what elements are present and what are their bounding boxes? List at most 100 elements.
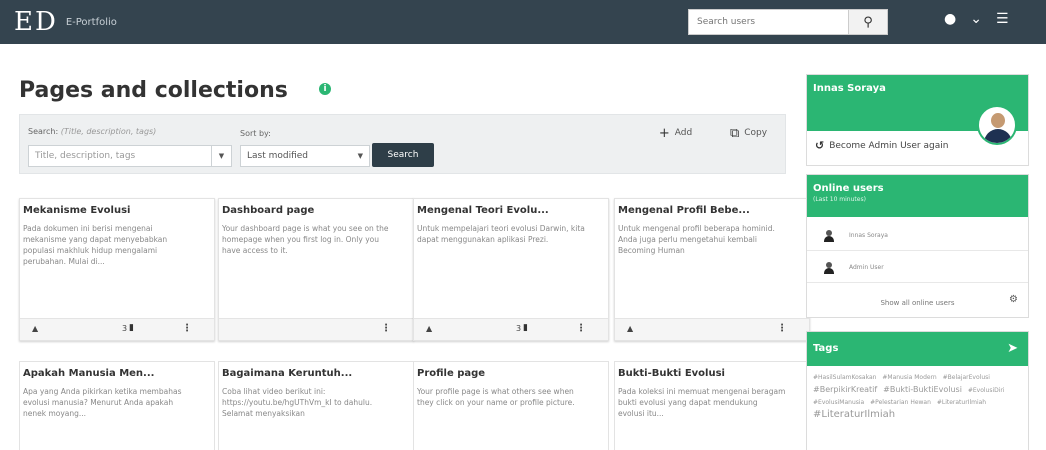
card-description: Apa yang Anda pikirkan ketika membahas e… — [23, 387, 182, 418]
logo-subtitle: E-Portfolio — [65, 16, 117, 28]
search-type-dropdown[interactable]: ▼ — [212, 145, 232, 167]
page-card[interactable]: Bagaimana Keruntuh... Coba lihat video b… — [218, 361, 414, 450]
page-card[interactable]: Mengenal Teori Evolu... Untuk mempelajar… — [413, 198, 609, 341]
lock-icon: ▲ — [627, 324, 634, 333]
hamburger-menu-icon[interactable]: ☰ — [996, 11, 1009, 27]
page-actions: + Add ⧉ Copy — [640, 119, 786, 147]
tag-link[interactable]: #HasilSulamKosakan — [813, 374, 876, 381]
online-users-header: Online users (Last 10 minutes) — [807, 175, 1028, 217]
card-description: Pada dokumen ini berisi mengenai mekanis… — [23, 224, 168, 266]
become-admin-link[interactable]: ↺ Become Admin User again — [815, 139, 948, 152]
tag-link[interactable]: #EvolusiDiri — [968, 387, 1005, 394]
avatar[interactable] — [977, 105, 1017, 145]
card-title[interactable]: Bagaimana Keruntuh... — [222, 368, 410, 379]
more-options-icon[interactable]: ⋮ — [182, 323, 192, 334]
user-profile-block: Innas Soraya ↺ Become Admin User again — [806, 74, 1029, 166]
user-menu-icon[interactable]: ● — [944, 11, 956, 27]
card-description: Pada koleksi ini memuat mengenai beragam… — [618, 387, 786, 418]
collection-count: 3 — [122, 324, 128, 333]
online-users-title: Online users — [813, 183, 884, 194]
more-options-icon[interactable]: ⋮ — [777, 323, 787, 334]
sort-select[interactable]: Last modified ▼ — [240, 145, 370, 167]
tag-link[interactable]: #Bukti-BuktiEvolusi — [883, 385, 962, 394]
tag-link[interactable]: #Manusia Modern — [882, 374, 936, 381]
add-button[interactable]: + Add — [659, 126, 692, 141]
card-title[interactable]: Mekanisme Evolusi — [23, 205, 211, 216]
search-text-input[interactable]: Title, description, tags — [28, 145, 212, 167]
online-user-item[interactable]: Innas Soraya — [807, 221, 1028, 251]
info-icon[interactable]: i — [319, 83, 331, 95]
online-user-name: Innas Soraya — [849, 232, 888, 239]
card-title[interactable]: Dashboard page — [222, 205, 410, 216]
site-logo[interactable]: ED E-Portfolio — [14, 7, 117, 37]
more-options-icon[interactable]: ⋮ — [576, 323, 586, 334]
tag-cloud: #HasilSulamKosakan #Manusia Modern #Bela… — [813, 372, 1025, 422]
page-card[interactable]: Mekanisme Evolusi Pada dokumen ini beris… — [19, 198, 215, 341]
sort-label: Sort by: — [240, 129, 271, 138]
undo-icon: ↺ — [815, 139, 825, 152]
card-title[interactable]: Mengenal Profil Bebe... — [618, 205, 806, 216]
card-description: Your dashboard page is what you see on t… — [222, 224, 389, 255]
collection-icon: ▮ — [523, 323, 528, 333]
gear-icon[interactable]: ⚙ — [1009, 294, 1018, 305]
filter-panel: Search: (Title, description, tags) Title… — [19, 114, 786, 174]
page-card[interactable]: Profile page Your profile page is what o… — [413, 361, 609, 450]
logo-mark: ED — [14, 7, 58, 37]
avatar — [823, 229, 835, 242]
plus-icon: + — [658, 125, 670, 141]
online-users-subtitle: (Last 10 minutes) — [813, 196, 866, 203]
add-label: Add — [674, 128, 693, 138]
tags-title: Tags — [807, 332, 1028, 366]
lock-icon: ▲ — [426, 324, 433, 333]
collection-icon: ▮ — [129, 323, 134, 333]
user-search: ⚲ — [688, 9, 888, 35]
tag-link[interactable]: #BerpikirKreatif — [813, 385, 877, 394]
search-icon: ⚲ — [863, 14, 873, 30]
copy-icon: ⧉ — [729, 125, 740, 141]
header-icons: ● ⌄ ☰ — [944, 11, 1009, 27]
add-tag-icon[interactable]: ➤ — [1007, 341, 1018, 356]
chevron-down-icon[interactable]: ⌄ — [970, 11, 982, 27]
copy-label: Copy — [744, 128, 768, 138]
tag-link[interactable]: #LiteraturIlmiah — [937, 399, 986, 406]
more-options-icon[interactable]: ⋮ — [381, 323, 391, 334]
card-description: Your profile page is what others see whe… — [417, 387, 575, 407]
lock-icon: ▲ — [32, 324, 39, 333]
collection-count: 3 — [516, 324, 522, 333]
card-title[interactable]: Mengenal Teori Evolu... — [417, 205, 605, 216]
card-description: Untuk mengenal profil beberapa hominid. … — [618, 224, 775, 255]
card-footer: ⋮ — [219, 318, 413, 340]
tag-link[interactable]: #LiteraturIlmiah — [813, 409, 895, 420]
card-description: Coba lihat video berikut ini: https://yo… — [222, 387, 373, 418]
online-user-name: Admin User — [849, 264, 884, 271]
card-title[interactable]: Apakah Manusia Men... — [23, 368, 211, 379]
search-users-input[interactable] — [688, 9, 848, 35]
online-users-block: Online users (Last 10 minutes) Innas Sor… — [806, 174, 1029, 318]
copy-button[interactable]: ⧉ Copy — [730, 126, 767, 141]
page-title: Pages and collections — [19, 78, 288, 103]
tag-link[interactable]: #BelajarEvolusi — [943, 374, 990, 381]
tag-link[interactable]: #Pelestarian Hewan — [870, 399, 931, 406]
card-title[interactable]: Bukti-Bukti Evolusi — [618, 368, 806, 379]
show-all-online-users-link[interactable]: Show all online users — [807, 289, 1028, 317]
card-footer: ▲ 3 ▮ ⋮ — [414, 318, 608, 340]
card-title[interactable]: Profile page — [417, 368, 605, 379]
search-button[interactable]: Search — [372, 143, 434, 167]
card-footer: ▲ 3 ▮ ⋮ — [20, 318, 214, 340]
become-admin-label: Become Admin User again — [829, 140, 949, 151]
sort-value: Last modified — [247, 151, 309, 161]
online-user-item[interactable]: Admin User — [807, 253, 1028, 283]
card-footer: ▲ ⋮ — [615, 318, 809, 340]
tags-block: Tags ➤ #HasilSulamKosakan #Manusia Moder… — [806, 331, 1029, 450]
page-card[interactable]: Apakah Manusia Men... Apa yang Anda piki… — [19, 361, 215, 450]
top-navbar: ED E-Portfolio ⚲ ● ⌄ ☰ — [0, 0, 1046, 44]
tag-link[interactable]: #EvolusiManusia — [813, 399, 864, 406]
page-card[interactable]: Dashboard page Your dashboard page is wh… — [218, 198, 414, 341]
chevron-down-icon: ▼ — [357, 152, 363, 160]
page-card[interactable]: Bukti-Bukti Evolusi Pada koleksi ini mem… — [614, 361, 810, 450]
search-label: Search: (Title, description, tags) — [28, 127, 157, 136]
search-users-button[interactable]: ⚲ — [848, 9, 888, 35]
page-card[interactable]: Mengenal Profil Bebe... Untuk mengenal p… — [614, 198, 810, 341]
search-label-hint: (Title, description, tags) — [60, 127, 157, 136]
card-description: Untuk mempelajari teori evolusi Darwin, … — [417, 224, 585, 244]
